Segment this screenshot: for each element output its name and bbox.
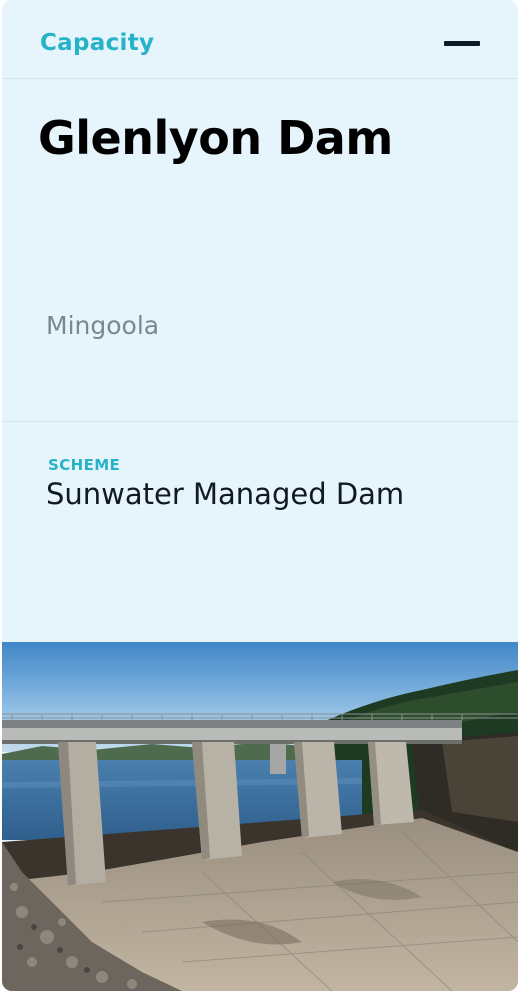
scheme-label: SCHEME [48, 456, 121, 474]
scheme-value: Sunwater Managed Dam [46, 477, 405, 511]
dam-spillway-image [2, 642, 518, 991]
dam-location: Mingoola [46, 311, 160, 340]
dam-photo [2, 642, 518, 991]
capacity-tab[interactable]: Capacity [40, 30, 154, 56]
title-section: Glenlyon Dam Mingoola [2, 79, 518, 422]
minus-icon[interactable] [444, 41, 480, 46]
scheme-section: SCHEME Sunwater Managed Dam [2, 422, 518, 643]
card-header: Capacity [2, 0, 518, 79]
dam-title: Glenlyon Dam [38, 111, 393, 165]
dam-card: Capacity Glenlyon Dam Mingoola SCHEME Su… [2, 0, 518, 991]
